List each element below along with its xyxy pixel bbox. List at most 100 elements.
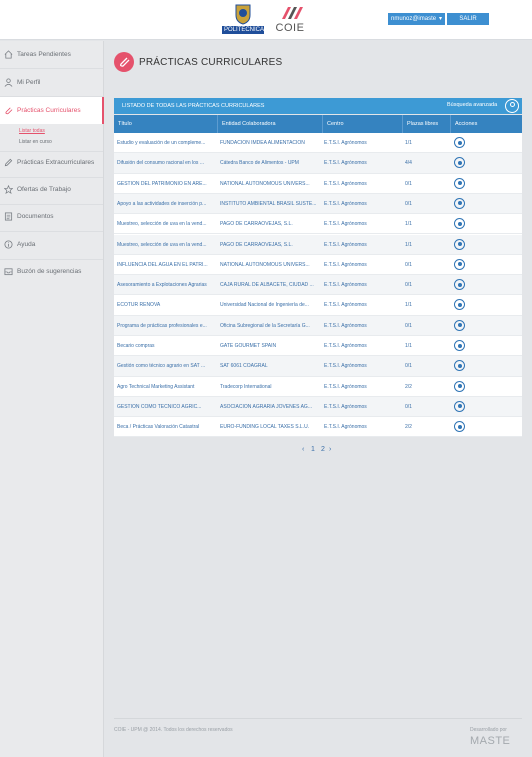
column-header-centro[interactable]: Centro — [323, 115, 403, 133]
table-row: Muestreo, selección de uva en la vend...… — [114, 234, 522, 255]
user-menu-select[interactable]: nmunoz@imaste ▾ — [388, 13, 445, 25]
column-header-titulo[interactable]: Título — [114, 115, 218, 133]
cell-slots: 0/1 — [405, 403, 412, 410]
sidebar-item-documentos[interactable]: Documentos — [0, 203, 104, 230]
sidebar-item-buzon-sugerencias[interactable]: Buzón de sugerencias — [0, 258, 104, 285]
coie-logo[interactable]: COIE — [272, 5, 308, 35]
cell-slots: 0/1 — [405, 322, 412, 329]
cell-entity: GATE GOURMET SPAIN — [220, 343, 277, 349]
table-row: Apoyo a las actividades de inserción p..… — [114, 193, 522, 215]
cell-title[interactable]: Muestreo, selección de uva en la vend... — [117, 242, 218, 248]
cell-entity: INSTITUTO AMBIENTAL BRASIL SUSTE... — [220, 200, 317, 207]
page-2-link[interactable]: 2 — [321, 446, 325, 453]
paperclip-icon — [5, 107, 13, 115]
sidebar-item-label: Prácticas Curriculares — [17, 107, 81, 114]
footer-copyright: COIE - UPM @ 2014. Todos los derechos re… — [114, 727, 233, 733]
cell-title[interactable]: Difusión del consumo racional en los ... — [117, 160, 218, 166]
sidebar-item-ofertas-de-trabajo[interactable]: Ofertas de Trabajo — [0, 176, 104, 203]
table-row: GESTION DEL PATRIMONIO EN ARE... NATIONA… — [114, 174, 522, 194]
cell-entity: CAJA RURAL DE ALBACETE, CIUDAD ... — [220, 282, 314, 289]
prev-page-button[interactable]: ‹ — [302, 446, 304, 453]
cell-slots: 0/1 — [405, 180, 412, 187]
cell-entity: FUNDACIÓN IMDEA ALIMENTACIÓN — [220, 140, 305, 146]
cell-title[interactable]: Muestreo, selección de uva en la vend... — [117, 221, 218, 227]
cell-entity: EURO-FUNDING LOCAL TAXES S.L.U. — [220, 424, 310, 431]
view-eye-icon[interactable] — [454, 258, 465, 270]
subitem-listar-en-curso[interactable]: Listar en curso — [19, 139, 52, 145]
user-icon — [4, 78, 13, 87]
sidebar-item-practicas-curriculares[interactable]: Prácticas Curriculares — [0, 97, 104, 124]
cell-entity: PAGO DE CARRAOVEJAS, S.L. — [220, 241, 293, 248]
sidebar: Tareas Pendientes Mi Perfil Prácticas Cu… — [0, 41, 104, 757]
view-eye-icon[interactable] — [454, 218, 465, 230]
sidebar-item-label: Mi Perfil — [17, 79, 41, 86]
cell-slots: 1/1 — [405, 140, 412, 146]
view-eye-icon[interactable] — [454, 360, 465, 372]
cell-slots: 0/1 — [405, 282, 412, 289]
view-eye-icon[interactable] — [454, 197, 465, 209]
view-eye-icon[interactable] — [454, 340, 465, 351]
cell-slots: 1/1 — [405, 241, 412, 248]
sidebar-item-mi-perfil[interactable]: Mi Perfil — [0, 69, 104, 96]
cell-center: E.T.S.I. Agrónomos — [324, 363, 367, 370]
cell-title[interactable]: Beca / Prácticas Valoración Catastral — [117, 424, 218, 430]
sidebar-item-label: Buzón de sugerencias — [17, 268, 82, 275]
cell-center: E.T.S.I. Agrónomos — [324, 282, 367, 289]
view-eye-icon[interactable] — [454, 299, 465, 311]
cell-title[interactable]: Apoyo a las actividades de inserción p..… — [117, 201, 218, 207]
paperclip-icon — [120, 57, 130, 67]
table-header: Título Entidad Colaboradora Centro Plaza… — [114, 115, 522, 133]
view-eye-icon[interactable] — [454, 238, 465, 250]
column-header-plazas[interactable]: Plazas libres — [403, 115, 451, 133]
search-icon[interactable] — [505, 99, 519, 113]
sidebar-item-label: Ayuda — [17, 241, 36, 248]
cell-center: E.T.S.I. Agrónomos — [324, 383, 367, 390]
view-eye-icon[interactable] — [454, 137, 465, 148]
footer-brand-logo[interactable]: MASTE — [470, 735, 510, 747]
page-1-link[interactable]: 1 — [311, 446, 315, 453]
cell-center: E.T.S.I. Agrónomos — [324, 180, 367, 187]
cell-center: E.T.S.I. Agrónomos — [324, 200, 367, 207]
cell-title[interactable]: Becario compras — [117, 343, 218, 349]
view-eye-icon[interactable] — [454, 421, 465, 433]
view-eye-icon[interactable] — [454, 400, 465, 412]
column-header-acciones: Acciones — [455, 121, 478, 127]
cell-slots: 2/2 — [405, 383, 412, 390]
table-row: INFLUENCIA DEL AGUA EN EL PATRI... NATIO… — [114, 255, 522, 276]
subitem-listar-todas[interactable]: Listar todas — [19, 128, 45, 134]
sidebar-item-practicas-extracurriculares[interactable]: Prácticas Extracurriculares — [0, 149, 104, 176]
upm-crest-icon — [235, 4, 251, 25]
upm-logo[interactable]: POLITÉCNICA — [222, 3, 264, 37]
column-header-entidad[interactable]: Entidad Colaboradora — [218, 115, 323, 133]
cell-title[interactable]: Gestión como técnico agrario en SAT ... — [117, 363, 218, 369]
view-eye-icon[interactable] — [454, 279, 465, 291]
logout-button[interactable]: SALIR — [447, 13, 489, 25]
cell-title[interactable]: Programa de prácticas profesionales e... — [117, 323, 218, 329]
practicas-table-body: Estudio y evaluación de un compleme... F… — [114, 133, 522, 438]
cell-title[interactable]: ECOTUR RENOVA — [117, 302, 218, 308]
cell-title[interactable]: Estudio y evaluación de un compleme... — [117, 140, 218, 146]
next-page-button[interactable]: › — [329, 446, 331, 453]
cell-title[interactable]: GESTION DEL PATRIMONIO EN ARE... — [117, 181, 218, 187]
cell-center: E.T.S.I. Agrónomos — [324, 403, 367, 410]
sidebar-item-ayuda[interactable]: Ayuda — [0, 231, 104, 258]
view-eye-icon[interactable] — [454, 380, 465, 392]
cell-title[interactable]: Agro Technical Marketing Assistant — [117, 384, 218, 390]
sidebar-item-label: Ofertas de Trabajo — [17, 186, 71, 193]
cell-slots: 4/4 — [405, 160, 412, 167]
cell-slots: 1/1 — [405, 221, 412, 228]
cell-title[interactable]: GESTION COMO TECNICO AGRIC... — [117, 404, 218, 410]
cell-title[interactable]: INFLUENCIA DEL AGUA EN EL PATRI... — [117, 262, 218, 268]
view-eye-icon[interactable] — [454, 177, 465, 189]
cell-title[interactable]: Asesoramiento a Explotaciones Agrarias — [117, 282, 218, 288]
inbox-icon — [4, 268, 13, 276]
page-title: PRÁCTICAS CURRICULARES — [139, 57, 283, 68]
view-eye-icon[interactable] — [454, 157, 465, 169]
sidebar-item-tareas-pendientes[interactable]: Tareas Pendientes — [0, 41, 104, 68]
table-row: Asesoramiento a Explotaciones Agrarias C… — [114, 275, 522, 296]
advanced-search-link[interactable]: Búsqueda avanzada — [447, 102, 497, 108]
sidebar-item-label: Prácticas Extracurriculares — [17, 159, 95, 166]
sidebar-item-label: Documentos — [17, 213, 54, 220]
cell-entity: Oficina Subregional de la Secretaría G..… — [220, 322, 310, 329]
view-eye-icon[interactable] — [454, 319, 465, 331]
